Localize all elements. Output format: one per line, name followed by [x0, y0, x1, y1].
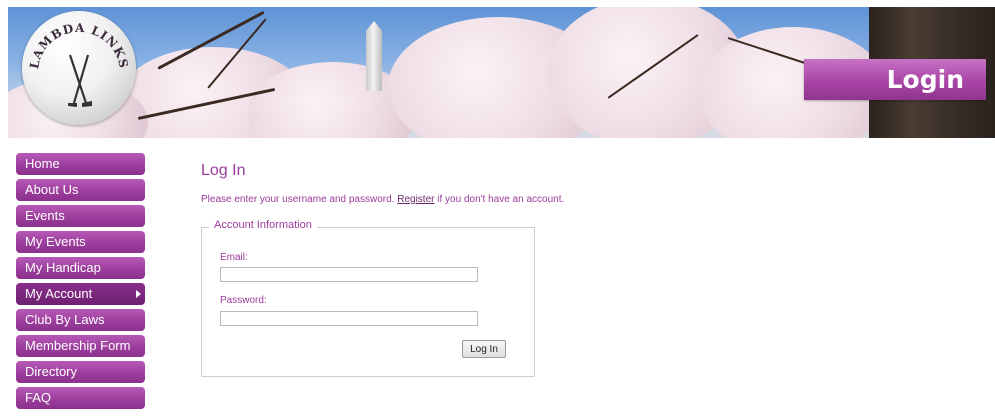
sidebar-item-home[interactable]: Home — [16, 153, 145, 175]
email-label: Email: — [220, 252, 248, 263]
sidebar-item-label: Membership Form — [25, 338, 131, 353]
sidebar-item-my-account[interactable]: My Account — [16, 283, 145, 305]
golf-ball-logo-icon: LAMBDA LINKS — [27, 21, 131, 107]
log-in-button[interactable]: Log In — [462, 340, 506, 358]
logo-text: LAMBDA LINKS — [27, 21, 130, 70]
sidebar-item-label: About Us — [25, 182, 79, 197]
sidebar-item-my-events[interactable]: My Events — [16, 231, 145, 253]
intro-text: Please enter your username and password.… — [201, 194, 564, 205]
sidebar-item-label: FAQ — [25, 390, 52, 405]
sidebar-item-faq[interactable]: FAQ — [16, 387, 145, 409]
sidebar-item-my-handicap[interactable]: My Handicap — [16, 257, 145, 279]
washington-monument — [366, 21, 382, 91]
sidebar-item-about-us[interactable]: About Us — [16, 179, 145, 201]
sidebar-item-label: Home — [25, 156, 60, 171]
sidebar-item-label: My Handicap — [25, 260, 101, 275]
fieldset-legend: Account Information — [209, 219, 317, 231]
register-link[interactable]: Register — [397, 194, 434, 205]
sidebar-item-club-by-laws[interactable]: Club By Laws — [16, 309, 145, 331]
sidebar-item-label: Club By Laws — [25, 312, 105, 327]
sidebar-item-label: Directory — [25, 364, 78, 379]
sidebar-item-events[interactable]: Events — [16, 205, 145, 227]
sidebar-item-label: My Events — [25, 234, 86, 249]
page-title-banner: Login — [804, 59, 986, 100]
sidebar-nav: Home About Us Events My Events My Handic… — [16, 153, 145, 413]
sidebar-item-label: Events — [25, 208, 65, 223]
sidebar-item-membership-form[interactable]: Membership Form — [16, 335, 145, 357]
password-field[interactable] — [220, 311, 478, 326]
intro-suffix: if you don't have an account. — [437, 194, 565, 205]
site-logo[interactable]: LAMBDA LINKS — [22, 11, 136, 125]
header-banner: LAMBDA LINKS Login — [8, 7, 995, 138]
chevron-right-icon — [136, 290, 141, 298]
sidebar-item-directory[interactable]: Directory — [16, 361, 145, 383]
page-title: Log In — [201, 162, 246, 179]
svg-text:LAMBDA LINKS: LAMBDA LINKS — [27, 21, 131, 70]
intro-prefix: Please enter your username and password. — [201, 194, 395, 205]
email-field[interactable] — [220, 267, 478, 282]
password-label: Password: — [220, 295, 267, 306]
sidebar-item-label: My Account — [25, 286, 93, 301]
